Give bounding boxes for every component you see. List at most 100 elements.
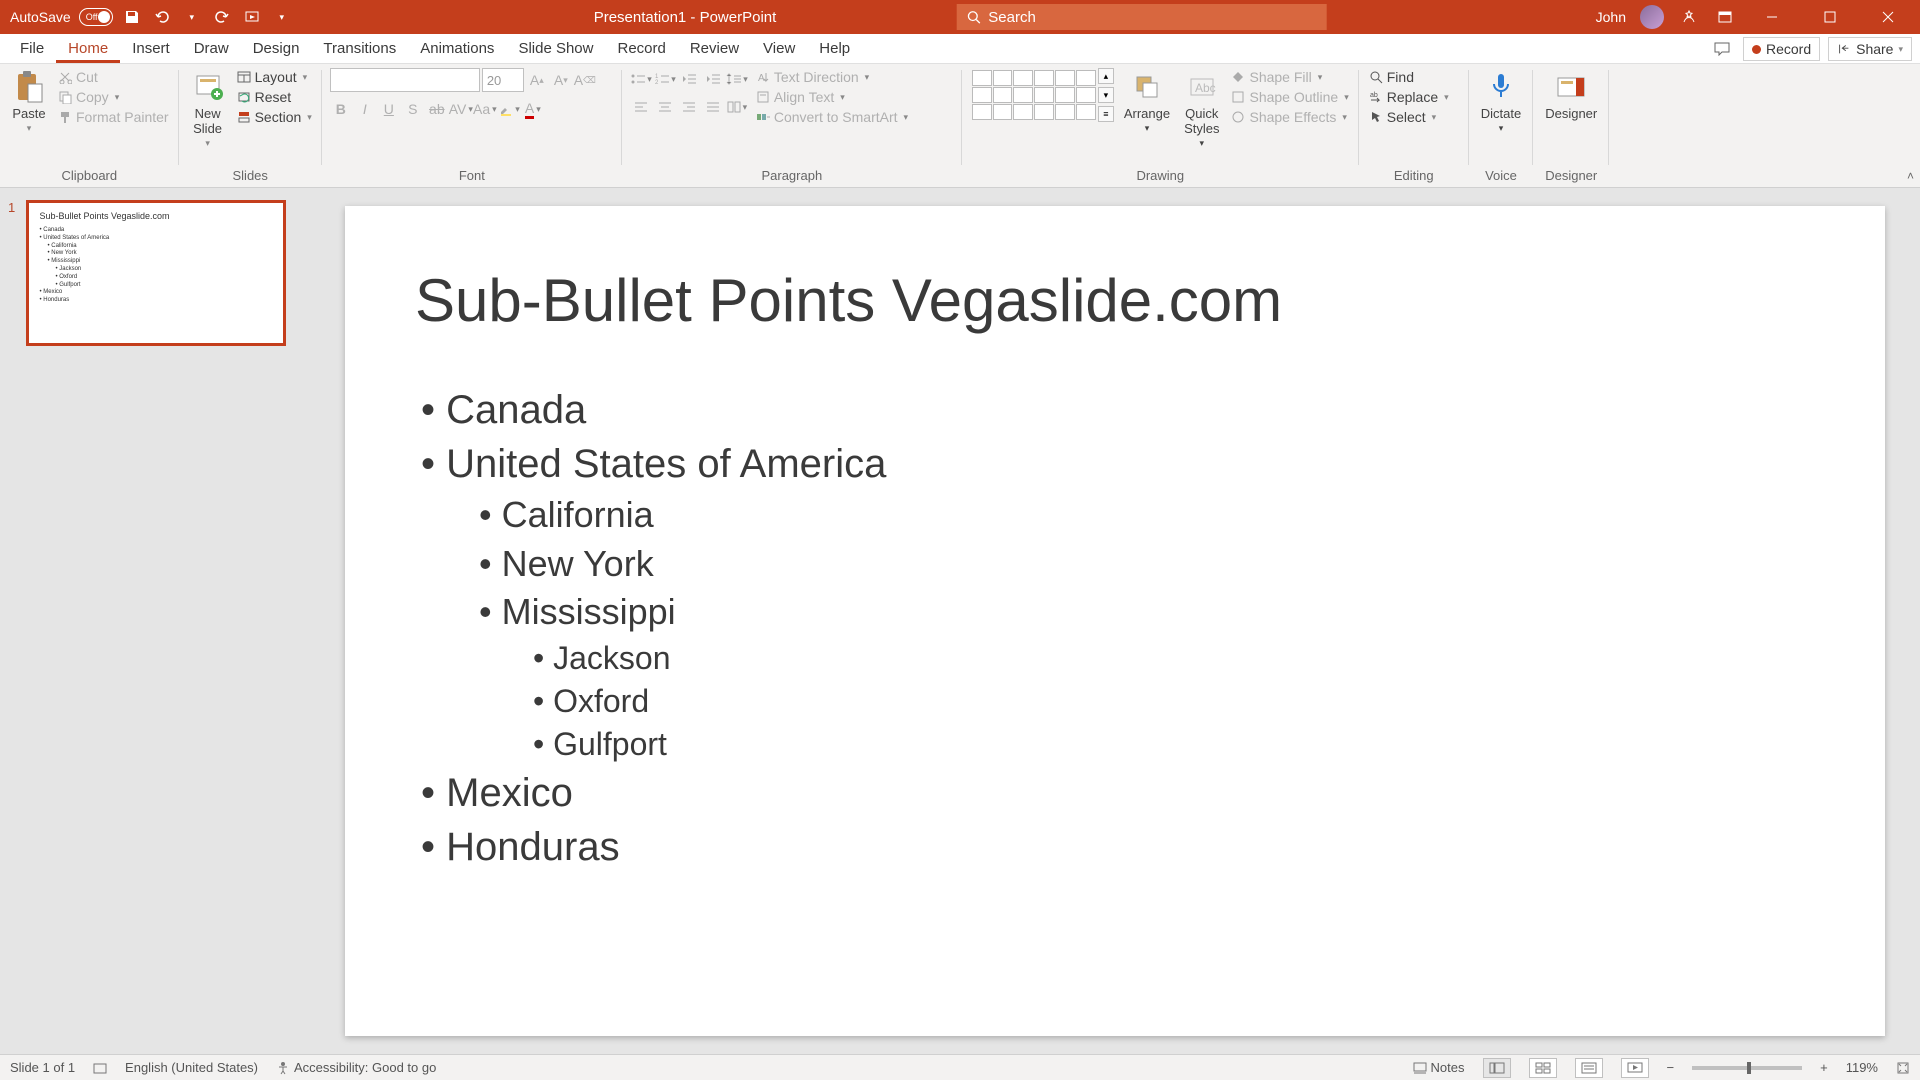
status-slide-info[interactable]: Slide 1 of 1 bbox=[10, 1060, 75, 1075]
increase-indent-button[interactable] bbox=[702, 68, 724, 90]
decrease-font-icon[interactable]: A▾ bbox=[550, 69, 572, 91]
bullets-button[interactable] bbox=[630, 68, 652, 90]
slide-sorter-view-button[interactable] bbox=[1529, 1058, 1557, 1078]
tab-insert[interactable]: Insert bbox=[120, 34, 182, 63]
tab-transitions[interactable]: Transitions bbox=[311, 34, 408, 63]
start-from-beginning-icon[interactable] bbox=[241, 6, 263, 28]
user-name[interactable]: John bbox=[1596, 9, 1626, 25]
tab-file[interactable]: File bbox=[8, 34, 56, 63]
align-center-button[interactable] bbox=[654, 96, 676, 118]
close-button[interactable] bbox=[1866, 0, 1910, 34]
layout-button[interactable]: Layout bbox=[235, 68, 314, 86]
line-spacing-button[interactable] bbox=[726, 68, 748, 90]
align-right-button[interactable] bbox=[678, 96, 700, 118]
section-button[interactable]: Section bbox=[235, 108, 314, 126]
coming-soon-icon[interactable] bbox=[1678, 6, 1700, 28]
fit-to-window-button[interactable] bbox=[1896, 1061, 1910, 1075]
shape-fill-button[interactable]: Shape Fill bbox=[1229, 68, 1350, 86]
shape-outline-button[interactable]: Shape Outline bbox=[1229, 88, 1350, 106]
tab-record[interactable]: Record bbox=[605, 34, 677, 63]
convert-smartart-button[interactable]: Convert to SmartArt bbox=[754, 108, 910, 126]
italic-button[interactable]: I bbox=[354, 98, 376, 120]
arrange-button[interactable]: Arrange▾ bbox=[1120, 68, 1174, 136]
paste-button[interactable]: Paste ▾ bbox=[8, 68, 50, 136]
shapes-scroll-down-icon[interactable]: ▾ bbox=[1098, 87, 1114, 103]
slide-editor-area[interactable]: Sub-Bullet Points Vegaslide.com Canada U… bbox=[310, 188, 1920, 1054]
ribbon-display-icon[interactable] bbox=[1714, 6, 1736, 28]
status-spellcheck-icon[interactable] bbox=[93, 1061, 107, 1075]
shape-effects-button[interactable]: Shape Effects bbox=[1229, 108, 1350, 126]
slide-thumbnail-1[interactable]: Sub-Bullet Points Vegaslide.com • Canada… bbox=[26, 200, 286, 346]
status-language[interactable]: English (United States) bbox=[125, 1060, 258, 1075]
align-left-button[interactable] bbox=[630, 96, 652, 118]
slide-body-text[interactable]: Canada United States of America Californ… bbox=[415, 383, 1815, 874]
justify-button[interactable] bbox=[702, 96, 724, 118]
undo-icon[interactable] bbox=[151, 6, 173, 28]
zoom-level[interactable]: 119% bbox=[1846, 1060, 1878, 1075]
highlight-button[interactable] bbox=[498, 98, 520, 120]
shadow-button[interactable]: S bbox=[402, 98, 424, 120]
slide-title-text[interactable]: Sub-Bullet Points Vegaslide.com bbox=[415, 266, 1815, 335]
designer-button[interactable]: Designer bbox=[1541, 68, 1601, 123]
reading-view-button[interactable] bbox=[1575, 1058, 1603, 1078]
minimize-button[interactable] bbox=[1750, 0, 1794, 34]
reset-button[interactable]: Reset bbox=[235, 88, 314, 106]
clear-formatting-icon[interactable]: A⌫ bbox=[574, 69, 596, 91]
tab-design[interactable]: Design bbox=[241, 34, 312, 63]
tab-home[interactable]: Home bbox=[56, 34, 120, 63]
status-accessibility[interactable]: Accessibility: Good to go bbox=[276, 1060, 436, 1075]
zoom-out-button[interactable]: − bbox=[1667, 1060, 1675, 1075]
strikethrough-button[interactable]: ab bbox=[426, 98, 448, 120]
search-input[interactable]: Search bbox=[956, 4, 1326, 30]
font-color-button[interactable]: A bbox=[522, 98, 544, 120]
bold-button[interactable]: B bbox=[330, 98, 352, 120]
font-size-combo[interactable]: 20 bbox=[482, 68, 524, 92]
shapes-scroll-up-icon[interactable]: ▴ bbox=[1098, 68, 1114, 84]
zoom-slider-thumb[interactable] bbox=[1747, 1062, 1751, 1074]
tab-animations[interactable]: Animations bbox=[408, 34, 506, 63]
tab-slideshow[interactable]: Slide Show bbox=[506, 34, 605, 63]
save-icon[interactable] bbox=[121, 6, 143, 28]
columns-button[interactable] bbox=[726, 96, 748, 118]
tab-view[interactable]: View bbox=[751, 34, 807, 63]
tab-review[interactable]: Review bbox=[678, 34, 751, 63]
comments-button[interactable] bbox=[1709, 37, 1735, 61]
maximize-button[interactable] bbox=[1808, 0, 1852, 34]
select-button[interactable]: Select bbox=[1367, 108, 1451, 126]
char-spacing-button[interactable]: AV bbox=[450, 98, 472, 120]
thumbnail-pane[interactable]: 1 Sub-Bullet Points Vegaslide.com • Cana… bbox=[0, 188, 310, 1054]
align-text-button[interactable]: Align Text bbox=[754, 88, 910, 106]
tab-help[interactable]: Help bbox=[807, 34, 862, 63]
shapes-gallery-scroll[interactable]: ▴ ▾ ≡ bbox=[1098, 68, 1114, 122]
share-button[interactable]: Share ▾ bbox=[1828, 37, 1912, 61]
quick-styles-button[interactable]: Abc Quick Styles▾ bbox=[1180, 68, 1223, 151]
font-family-combo[interactable] bbox=[330, 68, 480, 92]
format-painter-button[interactable]: Format Painter bbox=[56, 108, 171, 126]
text-direction-button[interactable]: A Text Direction bbox=[754, 68, 910, 86]
numbering-button[interactable]: 12 bbox=[654, 68, 676, 90]
replace-button[interactable]: ab Replace bbox=[1367, 88, 1451, 106]
record-button[interactable]: Record bbox=[1743, 37, 1820, 61]
find-button[interactable]: Find bbox=[1367, 68, 1451, 86]
avatar[interactable] bbox=[1640, 5, 1664, 29]
redo-icon[interactable] bbox=[211, 6, 233, 28]
shapes-more-icon[interactable]: ≡ bbox=[1098, 106, 1114, 122]
copy-button[interactable]: Copy bbox=[56, 88, 171, 106]
dictate-button[interactable]: Dictate▾ bbox=[1477, 68, 1525, 136]
undo-more-icon[interactable]: ▾ bbox=[181, 6, 203, 28]
zoom-slider[interactable] bbox=[1692, 1066, 1802, 1070]
collapse-ribbon-icon[interactable]: ˄ bbox=[1907, 169, 1914, 183]
slide-canvas[interactable]: Sub-Bullet Points Vegaslide.com Canada U… bbox=[345, 206, 1885, 1036]
change-case-button[interactable]: Aa bbox=[474, 98, 496, 120]
notes-button[interactable]: Notes bbox=[1413, 1060, 1465, 1075]
decrease-indent-button[interactable] bbox=[678, 68, 700, 90]
autosave-toggle[interactable]: Off bbox=[79, 8, 113, 26]
shapes-gallery[interactable] bbox=[970, 68, 1098, 122]
tab-draw[interactable]: Draw bbox=[182, 34, 241, 63]
slideshow-view-button[interactable] bbox=[1621, 1058, 1649, 1078]
new-slide-button[interactable]: New Slide ▾ bbox=[187, 68, 229, 151]
normal-view-button[interactable] bbox=[1483, 1058, 1511, 1078]
underline-button[interactable]: U bbox=[378, 98, 400, 120]
zoom-in-button[interactable]: + bbox=[1820, 1060, 1828, 1075]
cut-button[interactable]: Cut bbox=[56, 68, 171, 86]
